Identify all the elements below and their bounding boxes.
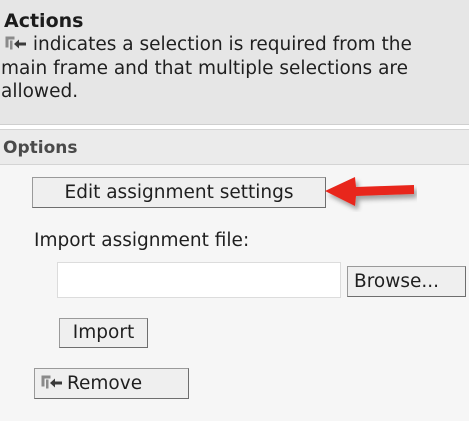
assignment-actions-page: Actions indicates a selection is require…: [0, 0, 469, 421]
edit-assignment-settings-button[interactable]: Edit assignment settings: [32, 177, 326, 208]
options-title: Options: [3, 138, 78, 158]
actions-title: Actions: [4, 10, 84, 32]
actions-description: indicates a selection is required from t…: [1, 34, 412, 102]
file-path-input[interactable]: [57, 262, 341, 298]
import-button[interactable]: Import: [59, 318, 148, 348]
actions-description-block: indicates a selection is required from t…: [1, 33, 463, 104]
multi-select-icon: [5, 36, 26, 50]
red-arrow-icon: [325, 177, 414, 206]
options-header: Options: [0, 129, 469, 165]
remove-button-label: Remove: [67, 372, 143, 394]
import-assignment-file-label: Import assignment file:: [34, 230, 250, 251]
multi-select-icon: [41, 375, 62, 388]
browse-button[interactable]: Browse...: [347, 266, 466, 297]
actions-panel: Actions indicates a selection is require…: [0, 0, 469, 125]
remove-button[interactable]: Remove: [34, 368, 189, 399]
